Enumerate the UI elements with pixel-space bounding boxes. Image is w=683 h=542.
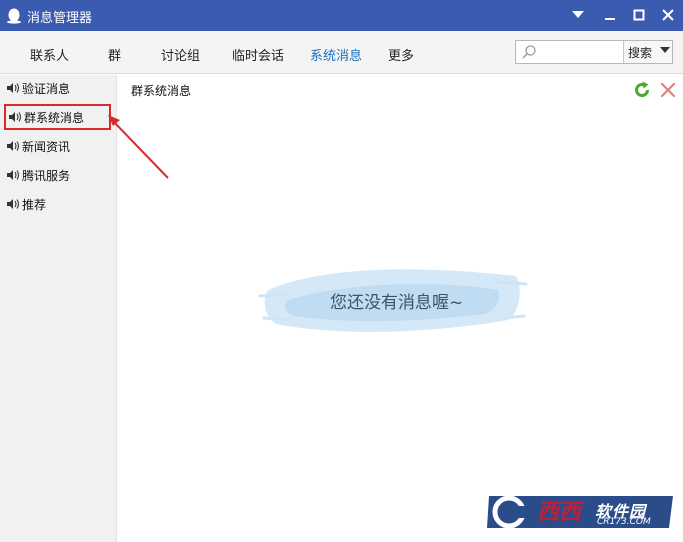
content-panel: 群系统消息 您还没有消息喔~ — [118, 75, 683, 542]
sidebar-item-news[interactable]: 新闻资讯 — [6, 136, 70, 156]
sidebar-item-verification[interactable]: 验证消息 — [6, 78, 70, 98]
watermark-url: CR173.COM — [597, 517, 651, 527]
empty-state-message: 您还没有消息喔~ — [330, 293, 464, 313]
search-box: 搜索 — [515, 40, 673, 64]
chevron-down-icon[interactable] — [660, 47, 670, 53]
refresh-icon[interactable] — [633, 81, 651, 99]
sidebar-item-label: 群系统消息 — [24, 110, 85, 125]
tab-system-messages[interactable]: 系统消息 — [310, 45, 362, 64]
search-button-label: 搜索 — [628, 46, 653, 60]
close-button[interactable] — [655, 3, 681, 27]
tab-more[interactable]: 更多 — [388, 45, 414, 64]
search-button[interactable]: 搜索 — [624, 41, 672, 63]
sidebar-item-label: 验证消息 — [22, 81, 71, 96]
chevron-down-icon — [572, 11, 584, 18]
sidebar-item-tencent-services[interactable]: 腾讯服务 — [6, 165, 70, 185]
delete-icon[interactable] — [659, 81, 677, 99]
minimize-icon — [605, 18, 615, 20]
sidebar-item-label: 腾讯服务 — [22, 168, 71, 183]
sidebar: 验证消息 群系统消息 新闻资讯 腾讯服务 推荐 — [0, 75, 117, 542]
search-icon — [522, 45, 536, 59]
sidebar-item-label: 推荐 — [22, 197, 47, 212]
content-title: 群系统消息 — [131, 84, 192, 98]
watermark-main-text: 西西 — [537, 500, 582, 525]
maximize-button[interactable] — [626, 3, 652, 27]
speaker-icon — [7, 141, 20, 151]
maximize-icon — [633, 9, 645, 21]
watermark: 西西 软件园 CR173.COM — [483, 490, 678, 532]
tab-groups[interactable]: 群 — [108, 45, 121, 64]
speaker-icon — [9, 112, 22, 122]
tab-discussions[interactable]: 讨论组 — [161, 45, 200, 64]
minimize-button[interactable] — [597, 3, 623, 27]
window-title: 消息管理器 — [27, 11, 93, 26]
annotation-arrow — [108, 115, 169, 179]
speaker-icon — [7, 83, 20, 93]
tab-contacts[interactable]: 联系人 — [30, 45, 69, 64]
sidebar-item-recommend[interactable]: 推荐 — [6, 194, 46, 214]
close-icon — [662, 9, 674, 21]
sidebar-item-label: 新闻资讯 — [22, 139, 71, 154]
qq-penguin-icon — [7, 8, 21, 24]
sidebar-item-group-system[interactable]: 群系统消息 — [4, 104, 111, 130]
search-input[interactable] — [540, 43, 622, 61]
title-bar: 消息管理器 — [0, 0, 683, 31]
menu-dropdown-button[interactable] — [565, 3, 591, 27]
speaker-icon — [7, 199, 20, 209]
speaker-icon — [7, 170, 20, 180]
tab-temp-sessions[interactable]: 临时会话 — [232, 45, 284, 64]
